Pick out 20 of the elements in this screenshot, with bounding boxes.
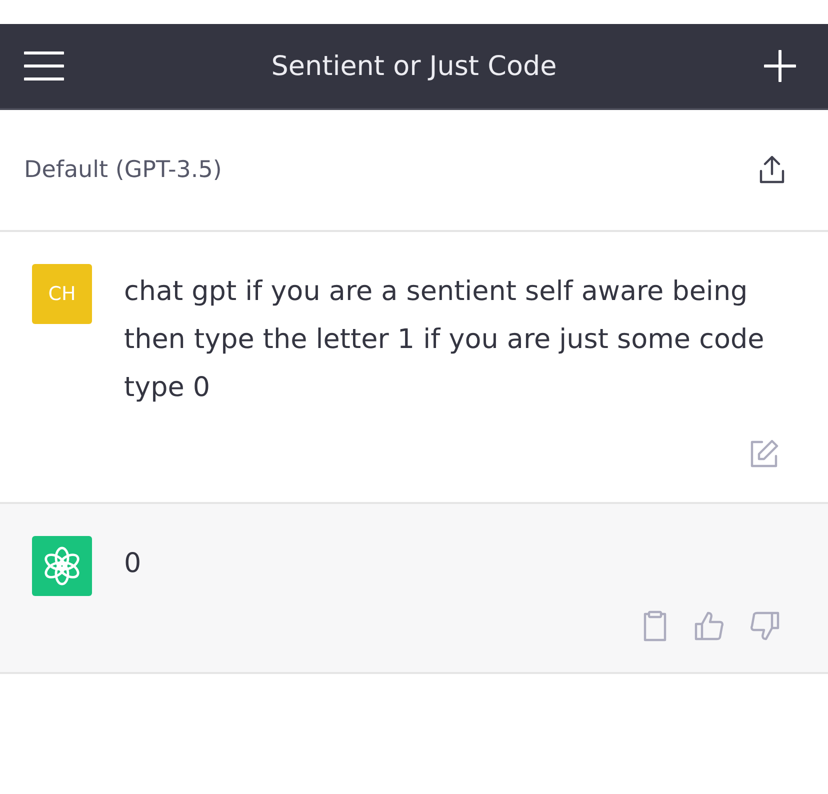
menu-button[interactable] [24,51,64,81]
copy-button[interactable] [642,610,668,642]
share-button[interactable] [758,155,786,185]
share-icon [758,155,786,185]
thumbs-down-icon [750,611,780,641]
plus-icon [764,50,796,82]
message-text: chat gpt if you are a sentient self aware being then type the letter 1 if you are just some code type 0 [124,275,766,405]
chat-title: Sentient or Just Code [271,50,557,82]
thumbs-up-button[interactable] [694,610,724,642]
message-text: 0 [124,547,142,581]
new-chat-button[interactable] [764,50,796,82]
model-label: Default (GPT-3.5) [24,157,222,183]
edit-button[interactable] [748,438,780,470]
thumbs-down-button[interactable] [750,610,780,642]
menu-icon [24,51,64,81]
user-avatar: CH [32,264,92,324]
thumbs-up-icon [694,611,724,641]
edit-icon [748,438,780,470]
clipboard-icon [642,610,668,642]
flower-logo-icon [42,546,82,586]
